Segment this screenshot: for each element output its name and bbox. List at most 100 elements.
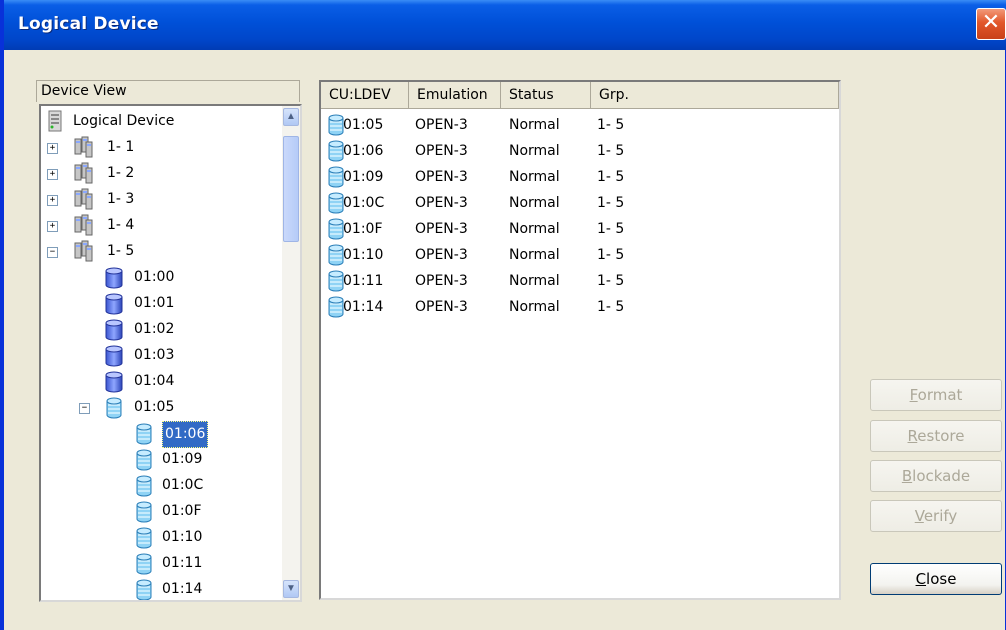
tree-node-label: 01:11 [162,555,203,571]
tree-child-node[interactable]: 01:09 [41,447,281,472]
list-row[interactable]: 01:06 OPEN-3 Normal 1- 5 [321,139,839,164]
list-row[interactable]: 01:10 OPEN-3 Normal 1- 5 [321,243,839,268]
cylinder-disk-icon [103,266,125,290]
tree-child-node[interactable]: 01:10 [41,525,281,550]
expand-icon[interactable]: + [47,221,58,232]
striped-disk-icon [133,474,155,498]
device-tree[interactable]: ▲ ▼ Logical Device +1- 1 +1- 2 +1- 3 +1- 4−1… [39,104,302,602]
blockade-button[interactable]: Blockade [870,460,1002,492]
tree-child-node[interactable]: 01:0F [41,499,281,524]
server-icon [45,110,67,132]
column-header[interactable]: Grp. [591,82,839,109]
expand-icon[interactable]: + [47,143,58,154]
tree-child-node[interactable]: 01:0C [41,473,281,498]
expand-icon[interactable]: + [47,169,58,180]
tree-vertical-scrollbar[interactable]: ▲ ▼ [282,106,300,600]
tree-child-node[interactable]: 01:06 [41,421,281,448]
scroll-up-button[interactable]: ▲ [283,108,299,126]
disk-group-icon [73,136,95,158]
cell-ldev: 01:0C [343,195,385,211]
tree-root[interactable]: Logical Device [41,109,281,134]
scroll-down-button[interactable]: ▼ [283,580,299,598]
striped-disk-icon [133,526,155,550]
column-header[interactable]: Status [501,82,591,109]
disk-group-icon [73,162,95,184]
column-header[interactable]: Emulation [409,82,501,109]
tree-device-node[interactable]: 01:01 [41,291,281,316]
cylinder-disk-icon [103,370,125,394]
cylinder-disk-icon [103,344,125,368]
cell-ldev: 01:10 [343,247,384,263]
tree-child-node[interactable]: 01:14 [41,577,281,600]
tree-device-node[interactable]: 01:02 [41,317,281,342]
list-row[interactable]: 01:05 OPEN-3 Normal 1- 5 [321,113,839,138]
cell-status: Normal [509,117,560,133]
cell-emulation: OPEN-3 [415,169,468,185]
cell-status: Normal [509,169,560,185]
format-button[interactable]: Format [870,379,1002,411]
cell-grp: 1- 5 [597,247,625,263]
cell-status: Normal [509,299,560,315]
tree-node-label: 1- 4 [107,217,135,233]
cell-ldev: 01:0F [343,221,383,237]
tree-device-node-expanded[interactable]: − 01:05 [41,395,281,420]
cell-status: Normal [509,143,560,159]
striped-disk-icon [133,500,155,524]
cell-emulation: OPEN-3 [415,247,468,263]
tree-group-node[interactable]: − 1- 5 [41,239,281,264]
tree-group-node[interactable]: +1- 3 [41,187,281,212]
cell-ldev: 01:14 [343,299,384,315]
striped-disk-icon [133,552,155,576]
tree-group-node[interactable]: +1- 2 [41,161,281,186]
tree-child-node[interactable]: 01:11 [41,551,281,576]
list-row[interactable]: 01:09 OPEN-3 Normal 1- 5 [321,165,839,190]
tree-device-node[interactable]: 01:00 [41,265,281,290]
close-button[interactable]: Close [870,563,1002,595]
cell-status: Normal [509,247,560,263]
disk-group-icon [73,214,95,236]
close-window-button[interactable]: ✕ [976,8,1006,40]
cell-grp: 1- 5 [597,169,625,185]
tree-device-node[interactable]: 01:04 [41,369,281,394]
tree-node-label: 01:04 [134,373,175,389]
device-list[interactable]: CU:LDEV Emulation Status Grp. 01:05 OPEN-3 Nor… [319,80,841,600]
tree-node-label: 01:01 [134,295,175,311]
tree-device-node[interactable]: 01:03 [41,343,281,368]
tree-node-label: 01:09 [162,451,203,467]
tree-node-label: 01:0F [162,503,202,519]
title-bar[interactable]: Logical Device ✕ [4,0,1006,50]
device-view-header: Device View [36,80,300,102]
cylinder-disk-icon [103,318,125,342]
column-header[interactable]: CU:LDEV [321,82,409,109]
cell-grp: 1- 5 [597,299,625,315]
verify-button[interactable]: Verify [870,500,1002,532]
list-row[interactable]: 01:11 OPEN-3 Normal 1- 5 [321,269,839,294]
cell-emulation: OPEN-3 [415,143,468,159]
tree-node-label: 01:14 [162,581,203,597]
cell-status: Normal [509,195,560,211]
list-row[interactable]: 01:0C OPEN-3 Normal 1- 5 [321,191,839,216]
list-row[interactable]: 01:0F OPEN-3 Normal 1- 5 [321,217,839,242]
list-row[interactable]: 01:14 OPEN-3 Normal 1- 5 [321,295,839,320]
tree-node-label: Logical Device [73,113,175,129]
scroll-thumb[interactable] [283,136,299,242]
collapse-icon[interactable]: − [79,403,90,414]
striped-disk-icon [103,396,125,420]
cell-ldev: 01:09 [343,169,384,185]
logical-device-window: Logical Device ✕ Device View ▲ ▼ Logical… [0,0,1006,630]
restore-button[interactable]: Restore [870,420,1002,452]
tree-node-label: 01:05 [134,399,175,415]
tree-node-label: 01:03 [134,347,175,363]
collapse-icon[interactable]: − [47,247,58,258]
expand-icon[interactable]: + [47,195,58,206]
striped-disk-icon [133,422,155,446]
cell-emulation: OPEN-3 [415,299,468,315]
disk-group-icon [73,188,95,210]
tree-group-node[interactable]: +1- 1 [41,135,281,160]
cylinder-disk-icon [103,292,125,316]
tree-node-label: 01:0C [162,477,204,493]
cell-grp: 1- 5 [597,143,625,159]
cell-ldev: 01:06 [343,143,384,159]
tree-group-node[interactable]: +1- 4 [41,213,281,238]
cell-emulation: OPEN-3 [415,195,468,211]
